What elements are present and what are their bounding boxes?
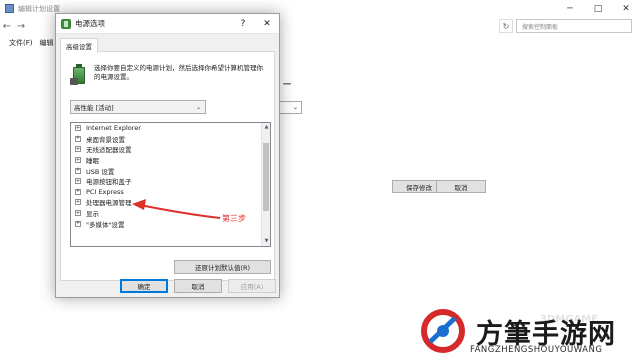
advanced-settings-panel: 选择你要自定义的电源计划，然后选择你希望计算机管理你的电源设置。 高性能 [活动… [60,51,275,281]
tree-item[interactable]: + PCI Express [71,187,270,198]
scroll-down-icon[interactable]: ▼ [262,237,270,246]
expand-icon[interactable]: + [75,167,81,174]
background-dropdown[interactable]: ⌄ [280,101,302,114]
dialog-close-button[interactable]: ✕ [255,19,279,29]
tree-item-label: 电源按钮和盖子 [86,178,132,187]
tree-item-label: "多媒体"设置 [86,220,125,229]
tree-item-label: 桌面背景设置 [86,135,125,144]
expand-icon[interactable]: + [75,220,81,227]
dialog-titlebar: 电源选项 ? ✕ [56,14,279,34]
dialog-title: 电源选项 [75,19,105,28]
tree-item[interactable]: + 电源按钮和盖子 [71,176,270,187]
tree-item[interactable]: + Internet Explorer [71,123,270,134]
settings-tree: + Internet Explorer + 桌面背景设置 + 无线适配器设置 + 睡眠 … [70,122,271,247]
expand-icon[interactable]: + [75,157,81,164]
menu-file[interactable]: 文件(F) [9,38,33,48]
expand-icon[interactable]: + [75,199,81,206]
tab-advanced-settings[interactable]: 高级设置 [60,38,98,53]
refresh-icon[interactable]: ↻ [499,19,513,33]
tree-item-label: 睡眠 [86,157,99,166]
apply-button[interactable]: 应用(A) [228,279,276,293]
power-plan-select[interactable]: 高性能 [活动] ⌄ [70,100,206,114]
scroll-thumb[interactable] [263,143,269,211]
tree-item[interactable]: + 桌面背景设置 [71,134,270,145]
restore-defaults-button[interactable]: 还原计划默认值(R) [174,260,271,274]
help-button[interactable]: ? [231,19,255,29]
scroll-up-icon[interactable]: ▲ [262,123,270,132]
ok-button[interactable]: 确定 [120,279,168,293]
chevron-down-icon: ⌄ [195,104,201,111]
power-options-dialog: 电源选项 ? ✕ 高级设置 选择你要自定义的电源计划，然后选择你希望计算机管理你… [55,13,280,298]
menu-bar: 文件(F) 编辑 [9,38,54,48]
tab-strip: 高级设置 [56,34,279,53]
tree-item-label: 显示 [86,210,99,219]
expand-icon[interactable]: + [75,178,81,185]
tree-item-label: 无线适配器设置 [86,146,132,155]
tree-item-label: Internet Explorer [86,124,141,133]
search-placeholder: 搜索控制面板 [522,23,559,31]
tree-item[interactable]: + 睡眠 [71,155,270,166]
tree-item[interactable]: + 无线适配器设置 [71,144,270,155]
expand-icon[interactable]: + [75,135,81,142]
expand-icon[interactable]: + [75,146,81,153]
power-plan-value: 高性能 [活动] [74,104,114,112]
maximize-button[interactable]: □ [584,0,612,17]
back-arrow-icon[interactable]: ← [0,21,14,32]
minimize-button[interactable]: ─ [556,0,584,17]
cancel-button[interactable]: 取消 [174,279,222,293]
menu-edit[interactable]: 编辑 [40,38,54,48]
expand-icon[interactable]: + [75,188,81,195]
control-panel-icon [5,4,14,13]
power-options-icon [61,18,71,29]
tree-scrollbar[interactable]: ▲ ▼ [261,123,270,246]
tree-item-processor-power[interactable]: + 处理器电源管理 [71,197,270,208]
background-cancel-button[interactable]: 取消 [436,180,486,193]
tree-item[interactable]: + USB 设置 [71,165,270,176]
description-text: 选择你要自定义的电源计划，然后选择你希望计算机管理你的电源设置。 [94,64,263,82]
close-button[interactable]: ✕ [612,0,640,17]
battery-plug-icon [70,64,88,86]
watermark-logo [421,309,465,353]
background-window-title: 编辑计划设置 [18,4,60,13]
search-input[interactable]: 搜索控制面板 [516,19,632,33]
tree-item-label: USB 设置 [86,167,115,176]
annotation-label: 第三步 [222,214,246,223]
expand-icon[interactable]: + [75,210,81,217]
background-heading-fragment: 一 [283,80,291,89]
tree-item-label: PCI Express [86,187,124,196]
tree-item-label: 处理器电源管理 [86,199,132,208]
watermark-url: FANGZHENGSHOUYOUWANG [470,345,603,355]
forward-arrow-icon[interactable]: → [14,21,28,32]
expand-icon[interactable]: + [75,125,81,132]
chevron-down-icon: ⌄ [292,104,298,111]
